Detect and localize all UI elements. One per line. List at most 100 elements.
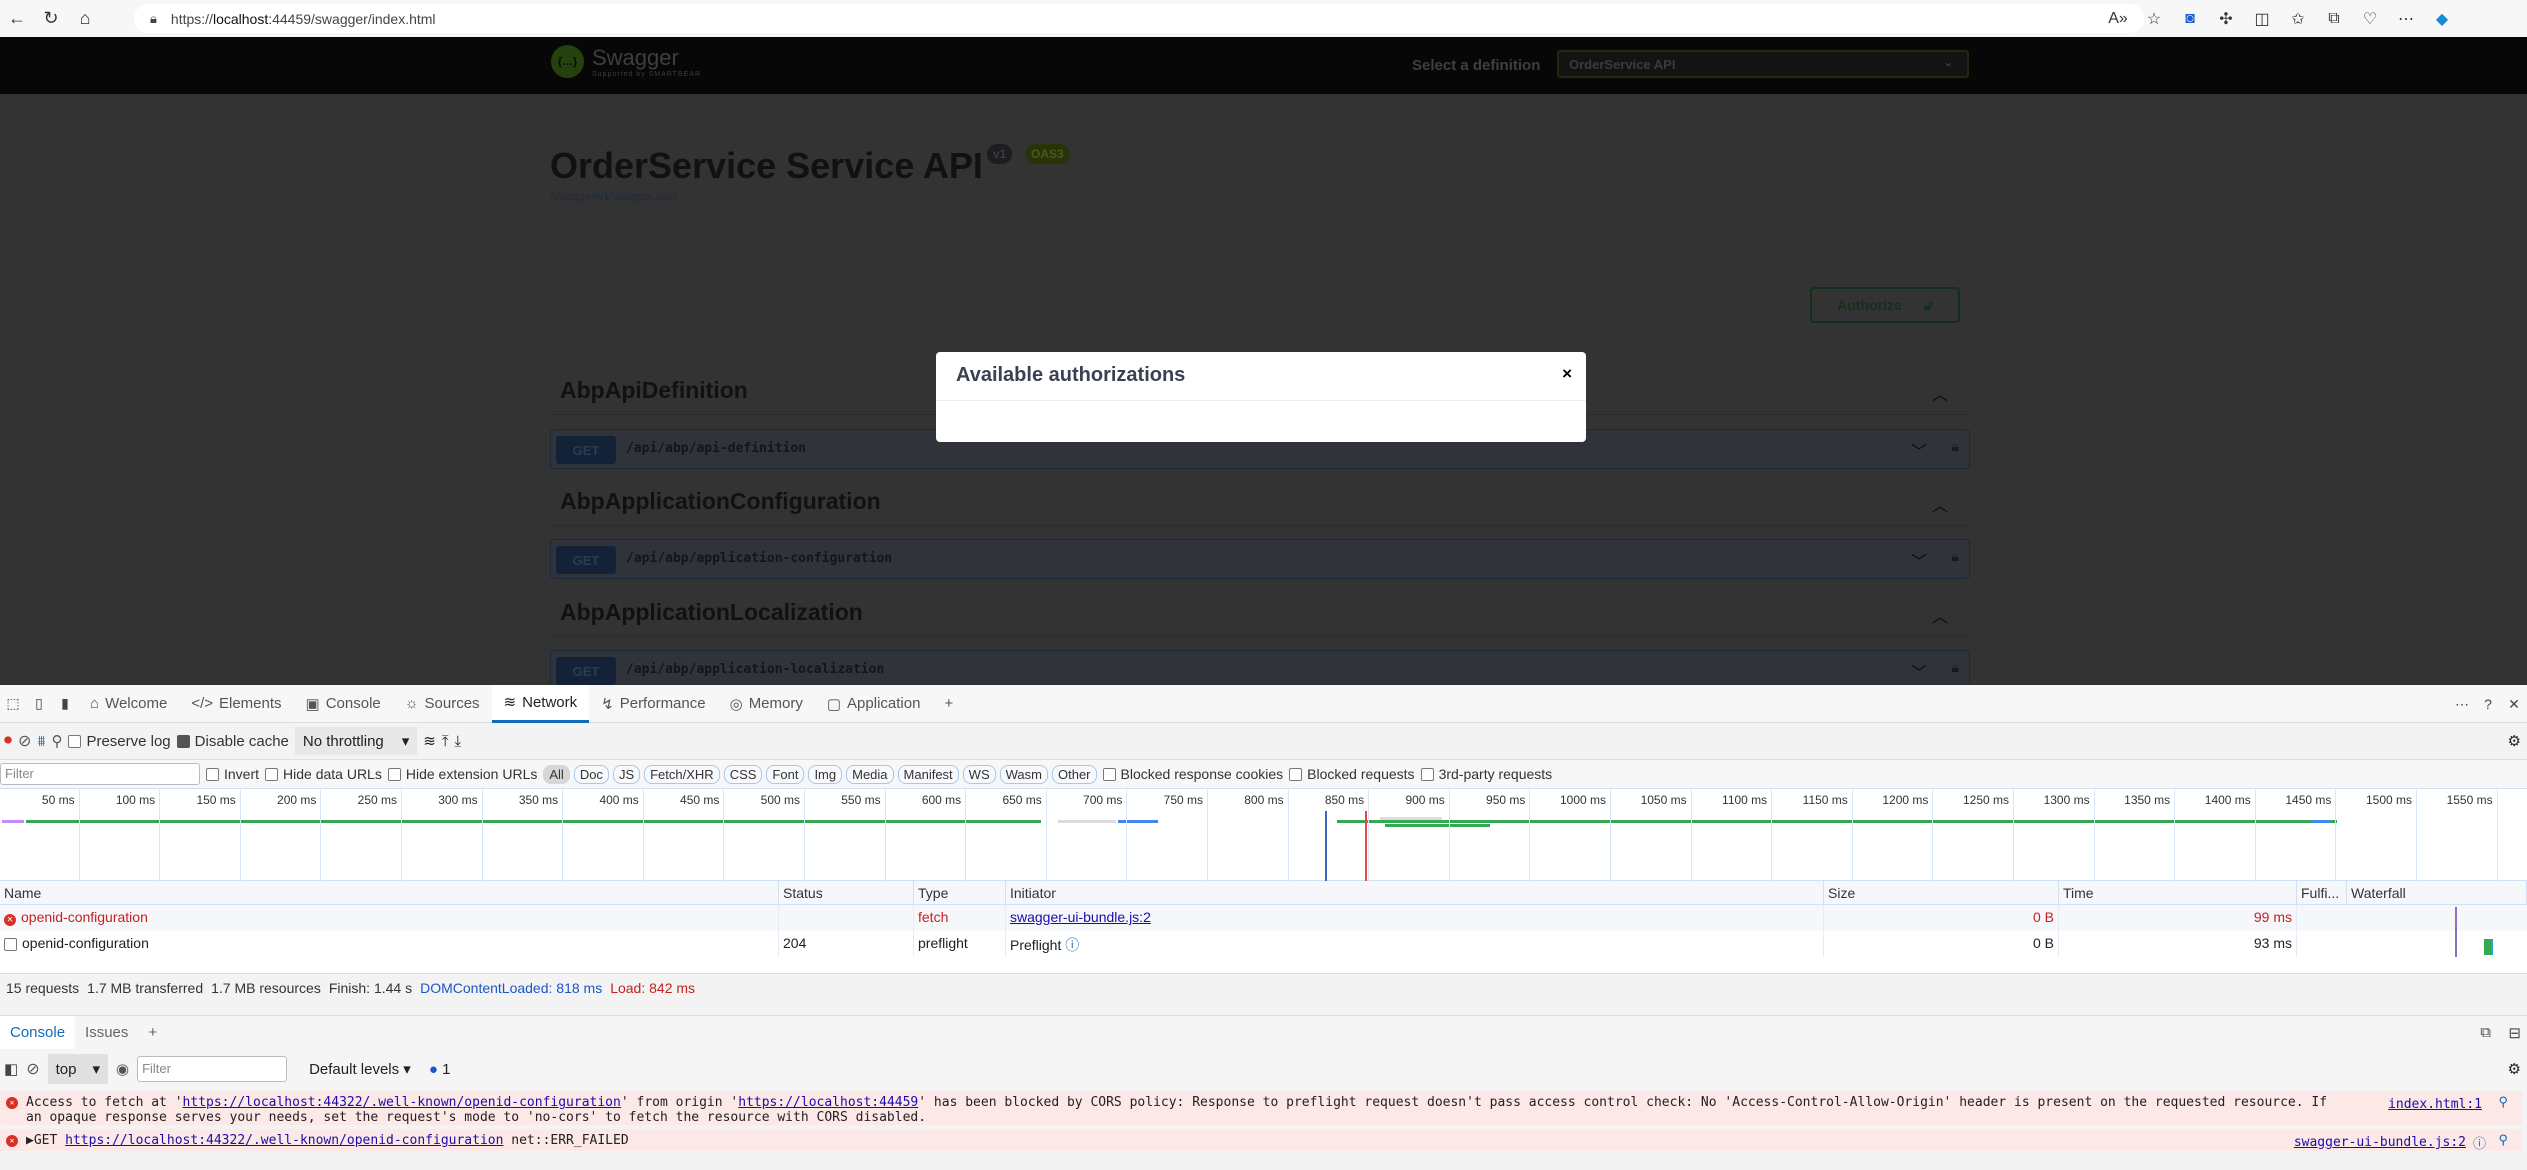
type-filter-js[interactable]: JS <box>612 764 641 784</box>
tab-memory[interactable]: ◎ Memory <box>718 685 815 723</box>
network-filter-input[interactable]: Filter <box>0 763 200 785</box>
inspect-icon[interactable]: ⬚ <box>0 689 26 719</box>
disable-cache-checkbox[interactable]: Disable cache <box>176 733 289 750</box>
type-filter-other[interactable]: Other <box>1051 764 1097 784</box>
chevron-down-icon[interactable]: ﹀ <box>1911 548 1927 572</box>
home-icon[interactable]: ⌂ <box>68 4 102 34</box>
checkbox[interactable] <box>1289 767 1303 781</box>
clear-icon[interactable]: ⊘ <box>18 731 31 751</box>
search-icon[interactable]: ⚲ <box>2498 1095 2508 1110</box>
console-settings-gear-icon[interactable]: ⚙ <box>2508 1060 2521 1078</box>
add-tab-icon[interactable]: + <box>932 685 965 723</box>
authorize-button[interactable]: Authorize 🔓︎ <box>1810 287 1960 323</box>
read-aloud-icon[interactable]: A» <box>2100 4 2136 33</box>
sidebar-toggle-icon[interactable]: ◧ <box>4 1060 18 1078</box>
source-link[interactable]: index.html:1 <box>2388 1097 2482 1112</box>
hide-extension-urls-checkbox[interactable]: Hide extension URLs <box>387 766 537 782</box>
column-header-type[interactable]: Type <box>914 881 1006 905</box>
favorites-icon[interactable]: ✩ <box>2280 4 2316 33</box>
column-header-size[interactable]: Size <box>1824 881 2059 905</box>
type-filter-wasm[interactable]: Wasm <box>999 764 1048 784</box>
console-filter-input[interactable]: Filter <box>137 1056 288 1082</box>
checkbox[interactable] <box>206 767 219 781</box>
browser-health-icon[interactable]: ♡ <box>2352 4 2388 33</box>
lock-icon[interactable]: 🔒︎ <box>1952 659 1959 676</box>
type-filter-ws[interactable]: WS <box>962 764 996 784</box>
lock-icon[interactable]: 🔒︎ <box>150 11 157 27</box>
column-header-status[interactable]: Status <box>779 881 914 905</box>
help-icon[interactable]: ? <box>2475 689 2501 719</box>
filter-icon[interactable]: ⩩ <box>37 733 45 750</box>
extensions-icon[interactable]: ✣ <box>2208 4 2244 33</box>
message-part[interactable]: ▶GET <box>26 1133 65 1148</box>
copilot-icon[interactable]: ◆ <box>2424 4 2460 33</box>
table-row[interactable]: ✕ openid-configuration fetch swagger-ui-b… <box>0 905 2527 931</box>
screen-cast-icon[interactable]: ◙ <box>2172 4 2208 33</box>
checkbox[interactable] <box>1102 767 1116 781</box>
network-overview-timeline[interactable]: 50 ms 100 ms 150 ms 200 ms 250 ms 300 ms 350 m… <box>0 789 2527 881</box>
column-header-name[interactable]: Name <box>0 881 779 905</box>
preflight-info-icon[interactable]: ⓘ <box>1065 937 1079 953</box>
type-filter-fetch-xhr[interactable]: Fetch/XHR <box>644 764 720 784</box>
chevron-up-icon[interactable]: ︿ <box>1932 381 1948 405</box>
type-filter-manifest[interactable]: Manifest <box>897 764 959 784</box>
blocked-response-cookies-checkbox[interactable]: Blocked response cookies <box>1102 766 1283 782</box>
expand-drawer-icon[interactable]: ⊟ <box>2508 1024 2521 1042</box>
column-header-initiator[interactable]: Initiator <box>1006 881 1824 905</box>
preserve-log-checkbox[interactable]: Preserve log <box>68 733 171 750</box>
invert-checkbox[interactable]: Invert <box>206 766 259 782</box>
type-filter-media[interactable]: Media <box>846 764 894 784</box>
tab-performance[interactable]: ↯ Performance <box>589 685 717 723</box>
more-icon[interactable]: ⋯ <box>2388 4 2424 33</box>
swagger-logo[interactable]: {…} Swagger Supported by SMARTBEAR <box>551 45 701 78</box>
info-icon[interactable]: ⓘ <box>2473 1133 2486 1152</box>
device-emulation-icon[interactable]: ▯ <box>26 689 52 719</box>
tab-welcome[interactable]: ⌂ Welcome <box>78 685 179 723</box>
checkbox[interactable] <box>176 734 190 748</box>
favorite-star-icon[interactable]: ☆ <box>2136 4 2172 33</box>
dock-drawer-icon[interactable]: ⧉ <box>2480 1024 2491 1041</box>
import-har-icon[interactable]: ⤒ <box>442 733 449 750</box>
collections-icon[interactable]: ⧉ <box>2316 4 2352 33</box>
table-row[interactable]: openid-configuration 204 preflight Prefl… <box>0 931 2527 957</box>
record-icon[interactable]: ⏺ <box>4 732 12 750</box>
log-levels-select[interactable]: Default levels ▾ <box>309 1060 411 1078</box>
operation-row[interactable]: GET /api/abp/application-configuration ﹀… <box>550 539 1970 579</box>
search-icon[interactable]: ⚲ <box>2498 1133 2508 1148</box>
issues-counter[interactable]: ● 1 <box>429 1061 451 1078</box>
column-header-fulfilled[interactable]: Fulfi... <box>2297 881 2347 905</box>
message-link[interactable]: https://localhost:44322/.well-known/open… <box>65 1133 503 1148</box>
chevron-up-icon[interactable]: ︿ <box>1932 603 1948 627</box>
search-icon[interactable]: ⚲ <box>51 732 62 750</box>
chevron-down-icon[interactable]: ﹀ <box>1911 438 1927 462</box>
live-expression-icon[interactable]: ◉ <box>116 1060 129 1078</box>
refresh-icon[interactable]: ↻ <box>34 4 68 34</box>
hide-data-urls-checkbox[interactable]: Hide data URLs <box>265 766 382 782</box>
network-conditions-icon[interactable]: ≋ <box>423 732 436 750</box>
chevron-up-icon[interactable]: ︿ <box>1932 492 1948 516</box>
checkbox[interactable] <box>1420 767 1434 781</box>
split-screen-icon[interactable]: ◫ <box>2244 4 2280 33</box>
initiator-link[interactable]: swagger-ui-bundle.js:2 <box>1010 909 1151 925</box>
throttling-select[interactable]: No throttling ▾ <box>294 727 418 755</box>
checkbox[interactable] <box>387 767 401 781</box>
type-filter-font[interactable]: Font <box>766 764 805 784</box>
close-icon[interactable]: ✕ <box>2501 689 2527 719</box>
close-icon[interactable]: × <box>1562 364 1572 384</box>
message-link[interactable]: https://localhost:44322/.well-known/open… <box>183 1095 621 1110</box>
checkbox[interactable] <box>265 767 279 781</box>
context-select[interactable]: top ▾ <box>47 1054 108 1084</box>
address-bar[interactable]: 🔒︎ https://localhost:44459/swagger/index… <box>134 4 2144 33</box>
blocked-requests-checkbox[interactable]: Blocked requests <box>1289 766 1415 782</box>
clear-console-icon[interactable]: ⊘ <box>26 1059 39 1079</box>
lock-icon[interactable]: 🔒︎ <box>1952 438 1959 455</box>
chevron-down-icon[interactable]: ﹀ <box>1911 659 1927 683</box>
more-icon[interactable]: ⋯ <box>2449 689 2475 719</box>
tab-elements[interactable]: </> Elements <box>179 685 293 723</box>
type-filter-img[interactable]: Img <box>808 764 843 784</box>
settings-gear-icon[interactable]: ⚙ <box>2508 732 2521 750</box>
operation-row[interactable]: GET /api/abp/application-localization ﹀ … <box>550 650 1970 685</box>
tab-application[interactable]: ▢ Application <box>815 685 933 723</box>
definition-select[interactable]: OrderService API ⌄ <box>1557 50 1969 78</box>
tag-section[interactable]: AbpApplicationConfiguration ︿ <box>550 480 1970 526</box>
